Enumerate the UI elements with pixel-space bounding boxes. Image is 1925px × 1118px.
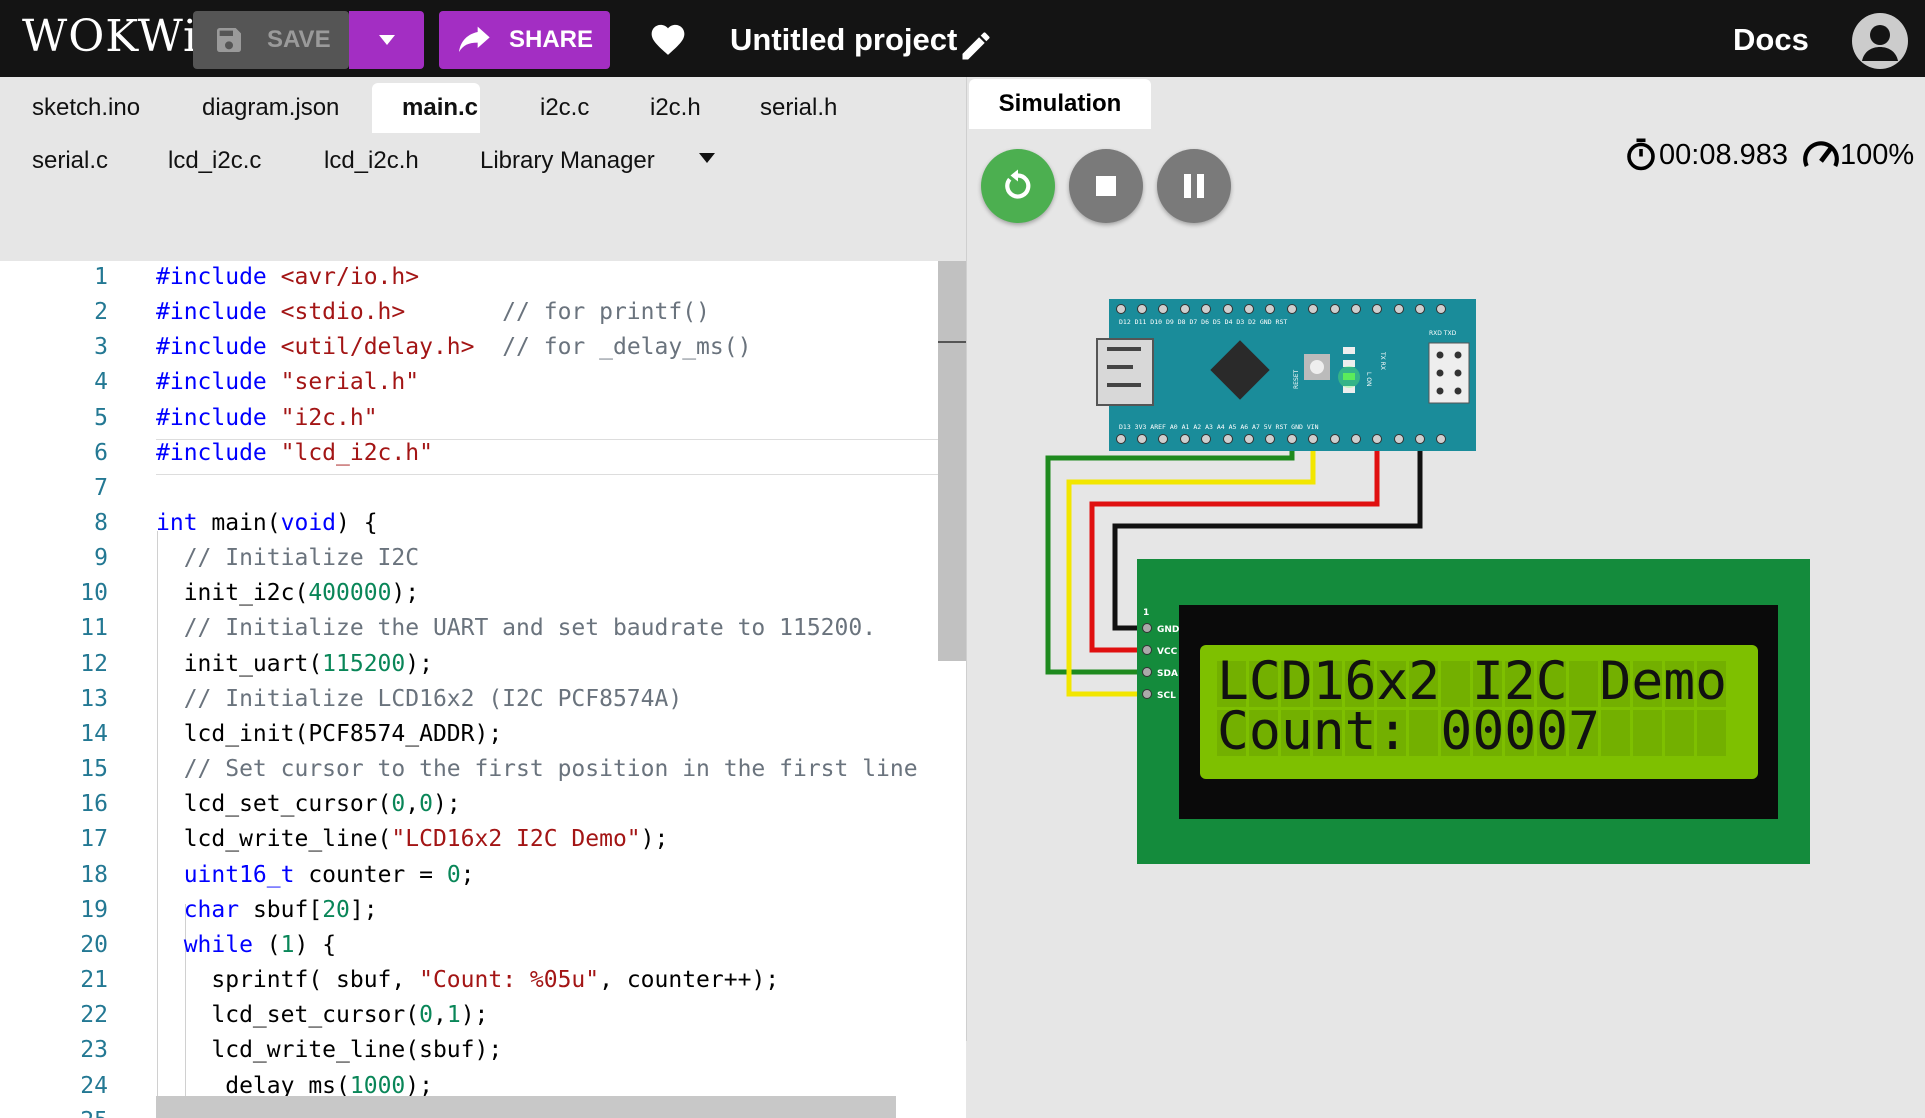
line-number: 18	[80, 862, 108, 888]
nano-led-labels: TX RX	[1379, 351, 1386, 370]
project-title[interactable]: Untitled project	[730, 22, 957, 58]
arduino-nano[interactable]: D12 D11 D10 D9 D8 D7 D6 D5 D4 D3 D2 GND …	[1096, 299, 1476, 451]
code-line: char sbuf[20];	[156, 897, 378, 923]
save-button[interactable]: SAVE	[193, 11, 349, 69]
scrollbar-marker	[938, 341, 966, 343]
line-number: 8	[94, 510, 108, 536]
tab-serial-c[interactable]: serial.c	[2, 136, 138, 186]
heart-icon[interactable]	[648, 20, 688, 56]
line-number: 17	[80, 826, 108, 852]
nano-rxtx-labels: RXD TXD	[1429, 330, 1457, 337]
line-number: 16	[80, 791, 108, 817]
line-number: 20	[80, 932, 108, 958]
code-line: #include "serial.h"	[156, 369, 420, 395]
code-line: #include <util/delay.h> // for _delay_ms…	[156, 334, 752, 360]
code-line: lcd_set_cursor(0,0);	[156, 791, 461, 817]
line-number: 15	[80, 756, 108, 782]
code-line: #include <avr/io.h>	[156, 264, 420, 290]
lcd-pin1-label: 1	[1143, 608, 1149, 618]
code-line: lcd_write_line("LCD16x2 I2C Demo");	[156, 826, 669, 852]
docs-link[interactable]: Docs	[1733, 22, 1809, 58]
line-number: 14	[80, 721, 108, 747]
line-number: 11	[80, 615, 108, 641]
simulation-pane: Simulation 00:08.983 100% D12 D11 D10 D9…	[966, 77, 1925, 1041]
share-icon	[459, 26, 490, 52]
nano-led-labels-2: L ON	[1365, 372, 1372, 386]
nano-reset-label: RESET	[1293, 369, 1300, 389]
lcd-pin-gnd-label: GND	[1157, 625, 1179, 635]
tab-i2c-h[interactable]: i2c.h	[620, 83, 731, 133]
line-number: 7	[94, 475, 108, 501]
user-avatar[interactable]	[1852, 13, 1908, 69]
tab-i2c-c[interactable]: i2c.c	[510, 83, 619, 133]
tab-serial-h[interactable]: serial.h	[730, 83, 867, 133]
line-number: 6	[94, 440, 108, 466]
line-number: 10	[80, 580, 108, 606]
line-number: 1	[94, 264, 108, 290]
line-number: 4	[94, 369, 108, 395]
line-number: 3	[94, 334, 108, 360]
circuit-canvas[interactable]: D12 D11 D10 D9 D8 D7 D6 D5 D4 D3 D2 GND …	[967, 77, 1925, 1041]
code-line: sprintf( sbuf, "Count: %05u", counter++)…	[156, 967, 780, 993]
line-number: 2	[94, 299, 108, 325]
tab-main-c[interactable]: main.c	[372, 83, 480, 133]
tab-sketch-ino[interactable]: sketch.ino	[2, 83, 170, 133]
code-line: init_uart(115200);	[156, 651, 433, 677]
code-line: lcd_set_cursor(0,1);	[156, 1002, 489, 1028]
line-number: 24	[80, 1073, 108, 1099]
tab-lcd-i2c-h[interactable]: lcd_i2c.h	[294, 136, 449, 186]
horizontal-scrollbar[interactable]	[156, 1096, 896, 1118]
save-icon	[217, 28, 241, 52]
user-icon	[1862, 25, 1898, 61]
share-button[interactable]: SHARE	[439, 11, 610, 69]
code-editor[interactable]: 1 2 3 4 5 6 7 8 9 10 11 12 13 14 15 16 1…	[0, 261, 966, 1118]
tab-diagram-json[interactable]: diagram.json	[172, 83, 369, 133]
tab-lcd-i2c-c[interactable]: lcd_i2c.c	[138, 136, 291, 186]
share-label: SHARE	[509, 26, 594, 53]
code-line: #include "i2c.h"	[156, 405, 378, 431]
lcd1602-i2c[interactable]: LCD16x2 I2C Demo Count: 00007 1 GND VCC …	[1137, 559, 1810, 864]
line-number: 21	[80, 967, 108, 993]
lcd-pin-sda-label: SDA	[1157, 669, 1178, 679]
code-line: while (1) {	[156, 932, 337, 958]
top-bar: WOKWi SAVE SHARE Untitled project Docs	[0, 0, 1925, 77]
line-number: 19	[80, 897, 108, 923]
editor-pane: sketch.ino diagram.json main.c i2c.c i2c…	[0, 77, 966, 1118]
code-line: #include <stdio.h> // for printf()	[156, 299, 710, 325]
line-number: 13	[80, 686, 108, 712]
wokwi-logo[interactable]: WOKWi	[22, 12, 198, 62]
lcd-pin-vcc-label: VCC	[1157, 647, 1178, 657]
save-dropdown-button[interactable]	[349, 11, 424, 69]
line-number: 25	[0, 1108, 108, 1118]
code-line: lcd_init(PCF8574_ADDR);	[156, 721, 503, 747]
code-line: init_i2c(400000);	[156, 580, 420, 606]
lcd-line-2: Count: 00007	[1217, 701, 1600, 762]
save-label: SAVE	[267, 26, 331, 53]
code-line: // Set cursor to the first position in t…	[156, 756, 918, 782]
lcd-pin-scl-label: SCL	[1157, 691, 1176, 701]
code-line: // Initialize I2C	[156, 545, 420, 571]
nano-top-pin-labels: D12 D11 D10 D9 D8 D7 D6 D5 D4 D3 D2 GND …	[1119, 318, 1287, 326]
line-number: 5	[94, 405, 108, 431]
edit-pencil-icon[interactable]	[958, 28, 994, 64]
nano-bottom-pin-labels: D13 3V3 AREF A0 A1 A2 A3 A4 A5 A6 A7 5V …	[1119, 423, 1319, 431]
chevron-down-icon	[378, 35, 395, 45]
code-line: uint16_t counter = 0;	[156, 862, 475, 888]
code-line: // Initialize LCD16x2 (I2C PCF8574A)	[156, 686, 683, 712]
code-line: int main(void) {	[156, 510, 378, 536]
line-number: 22	[80, 1002, 108, 1028]
code-line: #include "lcd_i2c.h"	[156, 440, 433, 466]
tab-library-manager[interactable]: Library Manager	[450, 136, 685, 186]
line-number: 9	[94, 545, 108, 571]
line-number: 12	[80, 651, 108, 677]
vertical-scrollbar[interactable]	[938, 261, 966, 661]
code-line: // Initialize the UART and set baudrate …	[156, 615, 877, 641]
tabs-more-chevron-icon[interactable]	[698, 152, 716, 164]
